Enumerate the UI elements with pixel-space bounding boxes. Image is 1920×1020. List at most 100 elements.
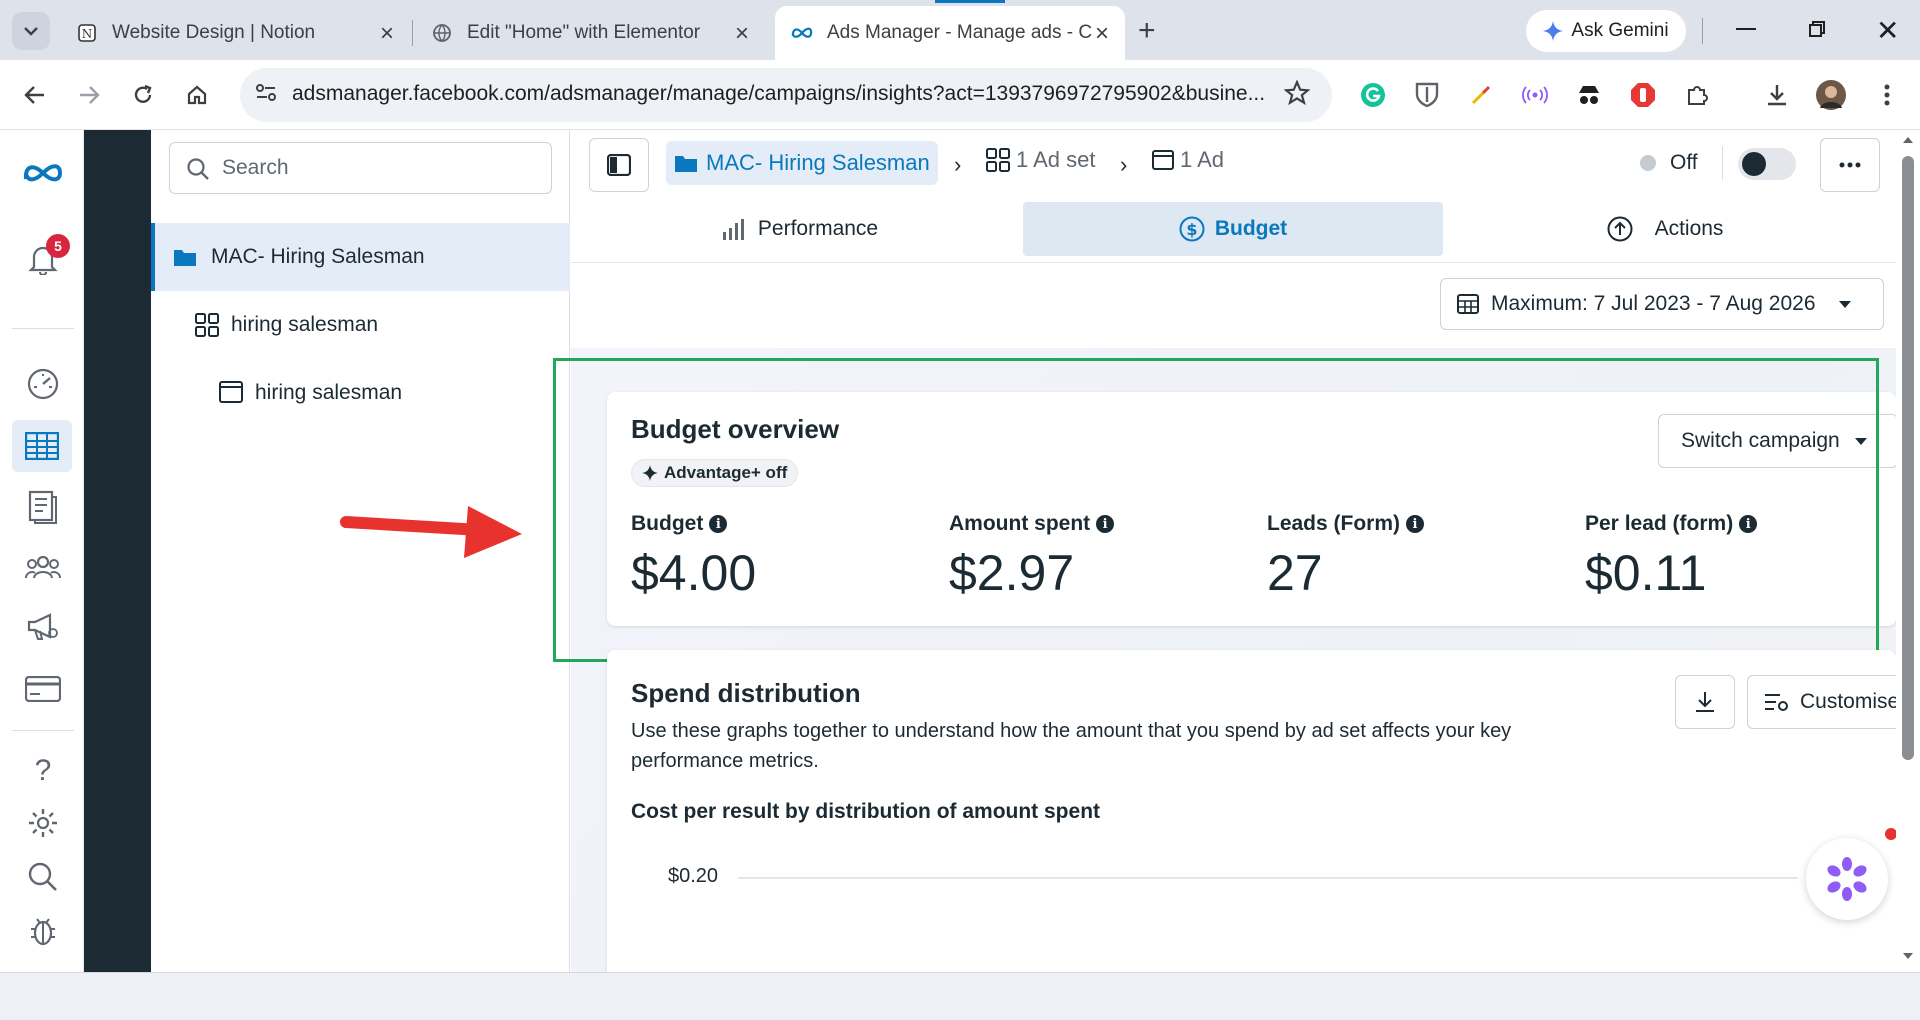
help-question-icon[interactable]: ? (22, 750, 64, 792)
ai-assistant-button[interactable] (1806, 838, 1888, 920)
profile-avatar[interactable] (1816, 80, 1846, 110)
close-tab-icon[interactable]: × (1095, 20, 1109, 48)
reload-icon[interactable] (128, 80, 158, 110)
close-window-icon[interactable]: ✕ (1876, 14, 1899, 47)
tab-search-button[interactable] (12, 12, 50, 50)
highlight-box (553, 358, 1879, 662)
campaigns-table-icon[interactable] (12, 420, 72, 472)
status-label: Off (1670, 151, 1698, 174)
tab-performance[interactable]: Performance (590, 202, 1010, 256)
assistant-flower-icon (1827, 857, 1867, 901)
billing-card-icon[interactable] (22, 668, 64, 710)
browser-tab-strip: N Website Design | Notion × Edit "Home" … (0, 0, 1920, 60)
editor-side-rail (84, 130, 228, 972)
bitwarden-extension-icon[interactable] (1412, 80, 1442, 110)
browser-tab-ads-manager[interactable]: Ads Manager - Manage ads - C × (775, 6, 1125, 60)
rail-divider (12, 328, 74, 329)
scroll-down-icon[interactable] (1902, 952, 1914, 960)
restore-icon[interactable] (1808, 20, 1826, 38)
customise-button[interactable]: Customise (1747, 675, 1907, 729)
spend-distribution-title: Spend distribution (631, 678, 861, 708)
browser-tab-notion[interactable]: N Website Design | Notion × (60, 6, 410, 60)
performance-chart-icon (722, 219, 744, 240)
breadcrumb-campaign[interactable]: MAC- Hiring Salesman (666, 141, 938, 185)
tab-divider (412, 20, 413, 46)
back-icon[interactable] (20, 80, 50, 110)
more-dots-icon (1839, 162, 1861, 168)
breadcrumb-adset-label: 1 Ad set (1016, 147, 1096, 172)
calendar-table-icon (1457, 294, 1479, 314)
search-placeholder: Search (222, 156, 289, 179)
download-icon (1696, 692, 1714, 712)
campaign-megaphone-icon[interactable] (22, 606, 64, 648)
report-bug-icon[interactable] (22, 910, 64, 952)
sidebar-panel-icon (607, 154, 631, 176)
chart-gridline (738, 877, 1798, 879)
browser-menu-icon[interactable] (1872, 80, 1902, 110)
breadcrumb-ad-label: 1 Ad (1180, 147, 1225, 172)
tree-item-ad[interactable]: hiring salesman (151, 363, 570, 423)
scrollbar-thumb[interactable] (1902, 156, 1914, 760)
tab-loading-indicator (935, 0, 1005, 3)
page-scrollbar[interactable] (1896, 130, 1920, 972)
tabs-divider (571, 262, 1896, 263)
url-text[interactable]: adsmanager.facebook.com/adsmanager/manag… (292, 82, 1265, 106)
download-button[interactable] (1675, 675, 1735, 729)
campaign-toggle[interactable] (1738, 148, 1796, 180)
audiences-icon[interactable] (22, 546, 64, 588)
breadcrumb-ad[interactable]: 1 Ad (1152, 147, 1224, 173)
spend-distribution-description: Use these graphs together to understand … (631, 720, 1512, 772)
tab-label: Performance (757, 217, 879, 240)
adset-grid-icon (986, 148, 1010, 172)
breadcrumb-adset[interactable]: 1 Ad set (986, 147, 1096, 173)
svg-text:N: N (82, 27, 93, 41)
breadcrumb-campaign-label: MAC- Hiring Salesman (706, 150, 930, 175)
broadcast-extension-icon[interactable] (1520, 80, 1550, 110)
spy-extension-icon[interactable] (1574, 80, 1604, 110)
arrow-up-circle-icon (1607, 216, 1633, 242)
chevron-down-icon (24, 27, 38, 36)
tree-item-label: hiring salesman (231, 313, 379, 336)
folder-icon (675, 156, 697, 172)
tab-actions[interactable]: Actions (1455, 202, 1875, 256)
dollar-circle-icon: $ (1179, 216, 1205, 242)
ask-gemini-button[interactable]: Ask Gemini (1526, 10, 1686, 52)
rail-divider (12, 730, 74, 731)
red-arrow-annotation (340, 506, 522, 558)
minimize-icon[interactable] (1736, 28, 1756, 30)
tree-item-campaign[interactable]: MAC- Hiring Salesman (151, 223, 570, 291)
meta-logo-icon[interactable] (22, 152, 64, 194)
scroll-up-icon[interactable] (1902, 136, 1914, 144)
more-options-button[interactable] (1820, 138, 1880, 192)
tab-title: Edit "Home" with Elementor (467, 22, 701, 43)
caret-down-icon (1838, 300, 1851, 308)
search-icon[interactable] (22, 856, 64, 898)
download-icon[interactable] (1762, 80, 1792, 110)
site-settings-icon[interactable] (254, 80, 284, 110)
divider (1722, 146, 1723, 180)
extensions-puzzle-icon[interactable] (1682, 80, 1712, 110)
settings-gear-icon[interactable] (22, 802, 64, 844)
bookmark-star-icon[interactable] (1284, 80, 1310, 106)
grammarly-extension-icon[interactable] (1358, 80, 1388, 110)
toggle-sidebar-button[interactable] (589, 138, 649, 192)
forward-icon[interactable] (74, 80, 104, 110)
search-icon (187, 158, 209, 180)
close-tab-icon[interactable]: × (735, 20, 749, 48)
address-bar[interactable]: adsmanager.facebook.com/adsmanager/manag… (240, 68, 1332, 122)
toggle-knob (1742, 152, 1766, 176)
search-input[interactable]: Search (169, 142, 552, 194)
date-range-picker[interactable]: Maximum: 7 Jul 2023 - 7 Aug 2026 (1440, 278, 1884, 330)
tab-budget[interactable]: $ Budget (1023, 202, 1443, 256)
browser-tab-elementor[interactable]: Edit "Home" with Elementor × (415, 6, 765, 60)
color-picker-extension-icon[interactable] (1466, 80, 1496, 110)
notifications-bell-icon[interactable]: 5 (22, 234, 70, 280)
tree-item-adset[interactable]: hiring salesman (151, 295, 570, 355)
new-tab-button[interactable]: + (1138, 14, 1156, 48)
adblock-extension-icon[interactable] (1628, 80, 1658, 110)
ad-reports-icon[interactable] (22, 486, 64, 528)
close-tab-icon[interactable]: × (380, 20, 394, 48)
tab-label: Actions (1654, 217, 1724, 240)
home-icon[interactable] (182, 80, 212, 110)
dashboard-gauge-icon[interactable] (22, 363, 64, 405)
